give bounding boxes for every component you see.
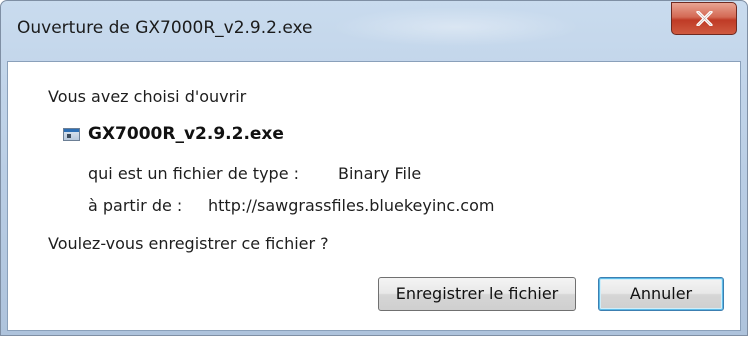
source-value: http://sawgrassfiles.bluekeyinc.com <box>208 196 495 215</box>
title-bar[interactable]: Ouverture de GX7000R_v2.9.2.exe <box>1 1 747 61</box>
file-type-value: Binary File <box>338 164 422 183</box>
title-bar-glow <box>331 7 581 47</box>
question-text: Voulez-vous enregistrer ce fichier ? <box>48 234 329 253</box>
window-title: Ouverture de GX7000R_v2.9.2.exe <box>17 18 313 38</box>
save-file-button[interactable]: Enregistrer le fichier <box>378 277 576 311</box>
close-icon <box>696 11 713 26</box>
source-label: à partir de : <box>88 196 183 215</box>
close-button[interactable] <box>671 2 737 35</box>
dialog-window: Ouverture de GX7000R_v2.9.2.exe Vous ave… <box>0 0 748 336</box>
file-type-label: qui est un fichier de type : <box>88 164 300 183</box>
file-icon-glyph <box>67 134 71 138</box>
exe-file-icon <box>63 128 80 141</box>
file-name: GX7000R_v2.9.2.exe <box>88 124 284 144</box>
file-icon-title-bar <box>64 129 79 132</box>
intro-text: Vous avez choisi d'ouvrir <box>48 87 247 106</box>
dialog-content: Vous avez choisi d'ouvrir GX7000R_v2.9.2… <box>7 61 741 331</box>
cancel-button[interactable]: Annuler <box>598 277 724 311</box>
